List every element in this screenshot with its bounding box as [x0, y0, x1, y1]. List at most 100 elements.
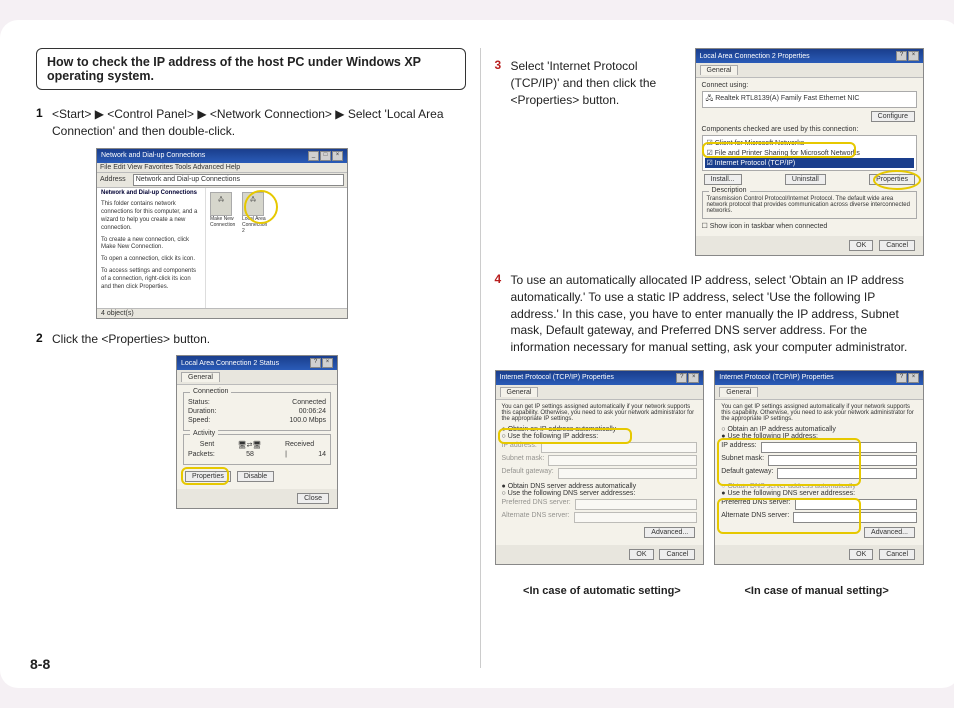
window-titlebar: Local Area Connection 2 Properties ?×: [696, 49, 924, 63]
adapter-icon: 🖧: [706, 95, 716, 102]
local-area-connection-icon: 🖧Local Area Connection 2: [242, 192, 268, 234]
step-4: 4 To use an automatically allocated IP a…: [495, 272, 925, 356]
radio-obtain-auto: Obtain an IP address automatically: [502, 426, 698, 433]
address-input: Network and Dial-up Connections: [133, 174, 344, 186]
dns1-input: [795, 499, 918, 510]
ok-button: OK: [849, 240, 873, 251]
radio-use-following: Use the following IP address:: [502, 433, 698, 440]
radio-dns-following: Use the following DNS server addresses:: [502, 490, 698, 497]
gateway-input: [777, 468, 917, 479]
list-item-selected: Internet Protocol (TCP/IP): [705, 158, 915, 168]
right-column: 3 Select 'Internet Protocol (TCP/IP)' an…: [489, 48, 931, 668]
maximize-icon: □: [320, 151, 331, 161]
step-text: Click the <Properties> button.: [52, 331, 466, 348]
activity-icon: 🖥⇄🖥: [238, 441, 262, 449]
nic-field: 🖧 Realtek RTL8139(A) Family Fast Etherne…: [702, 91, 918, 108]
step-number: 4: [495, 272, 511, 356]
address-bar: Address Network and Dial-up Connections: [97, 173, 347, 188]
make-new-connection-icon: 🖧Make New Connection: [210, 192, 236, 234]
cancel-button: Cancel: [879, 549, 915, 560]
step-text: Select 'Internet Protocol (TCP/IP)' and …: [511, 58, 685, 248]
advanced-button: Advanced...: [644, 527, 695, 538]
window-title: Internet Protocol (TCP/IP) Properties: [500, 374, 614, 381]
step-3: 3 Select 'Internet Protocol (TCP/IP)' an…: [495, 58, 685, 248]
tab-general: General: [700, 65, 739, 75]
step-text: <Start> ▶ <Control Panel> ▶ <Network Con…: [52, 106, 466, 140]
radio-use-following: Use the following IP address:: [721, 433, 917, 440]
tab-general: General: [719, 387, 758, 397]
menu-bar: File Edit View Favorites Tools Advanced …: [97, 163, 347, 173]
step-2: 2 Click the <Properties> button.: [36, 331, 466, 348]
screenshot-tcpip-auto: Internet Protocol (TCP/IP) Properties?× …: [495, 370, 705, 565]
step-1: 1 <Start> ▶ <Control Panel> ▶ <Network C…: [36, 106, 466, 140]
window-title: Network and Dial-up Connections: [101, 152, 205, 159]
caption-row: <In case of automatic setting> <In case …: [495, 585, 925, 597]
step-number: 2: [36, 331, 52, 348]
explorer-content: 🖧Make New Connection 🖧Local Area Connect…: [206, 188, 347, 308]
close-icon: ×: [332, 151, 343, 161]
radio-dns-following: Use the following DNS server addresses:: [721, 490, 917, 497]
window-title: Internet Protocol (TCP/IP) Properties: [719, 374, 833, 381]
window-titlebar: Local Area Connection 2 Status ?×: [177, 356, 337, 370]
properties-button: Properties: [869, 174, 915, 185]
checkbox-icon: ☐: [702, 223, 710, 230]
tab-general: General: [500, 387, 539, 397]
minimize-icon: _: [308, 151, 319, 161]
explorer-sidebar: Network and Dial-up Connections This fol…: [97, 188, 206, 308]
page-number: 8-8: [30, 656, 50, 672]
components-list: Client for Microsoft Networks File and P…: [702, 135, 918, 171]
close-icon: ×: [322, 358, 333, 368]
radio-dns-auto: Obtain DNS server address automatically: [721, 483, 917, 490]
sidebar-heading: Network and Dial-up Connections: [101, 190, 201, 198]
document-page: How to check the IP address of the host …: [0, 20, 954, 688]
mask-input: [768, 455, 917, 466]
activity-group: Activity Sent🖥⇄🖥Received Packets:58|14: [183, 434, 331, 465]
cancel-button: Cancel: [659, 549, 695, 560]
help-icon: ?: [896, 51, 907, 61]
dual-screenshot-row: Internet Protocol (TCP/IP) Properties?× …: [495, 364, 925, 577]
window-buttons: _□×: [308, 151, 343, 161]
column-divider: [480, 48, 481, 668]
screenshot-connection-properties: Local Area Connection 2 Properties ?× Ge…: [695, 48, 925, 256]
description-group: Description Transmission Control Protoco…: [702, 191, 918, 219]
left-column: How to check the IP address of the host …: [30, 48, 472, 668]
caption-auto: <In case of automatic setting>: [495, 585, 710, 597]
screenshot-network-connections: Network and Dial-up Connections _□× File…: [96, 148, 348, 319]
properties-button: Properties: [185, 471, 231, 482]
close-button: Close: [297, 493, 329, 504]
list-item: Client for Microsoft Networks: [705, 138, 915, 148]
dns2-input: [793, 512, 917, 523]
uninstall-button: Uninstall: [785, 174, 826, 185]
help-icon: ?: [896, 373, 907, 383]
install-button: Install...: [704, 174, 742, 185]
close-icon: ×: [908, 373, 919, 383]
window-title: Local Area Connection 2 Status: [181, 360, 279, 367]
screenshot-tcpip-manual: Internet Protocol (TCP/IP) Properties?× …: [714, 370, 924, 565]
tab-general: General: [181, 372, 220, 382]
step-text: To use an automatically allocated IP add…: [511, 272, 925, 356]
list-item: File and Printer Sharing for Microsoft N…: [705, 148, 915, 158]
close-icon: ×: [688, 373, 699, 383]
advanced-button: Advanced...: [864, 527, 915, 538]
help-icon: ?: [310, 358, 321, 368]
window-title: Local Area Connection 2 Properties: [700, 53, 810, 60]
cancel-button: Cancel: [879, 240, 915, 251]
ok-button: OK: [849, 549, 873, 560]
configure-button: Configure: [871, 111, 915, 122]
status-bar: 4 object(s): [97, 308, 347, 318]
section-heading: How to check the IP address of the host …: [36, 48, 466, 90]
step-number: 1: [36, 106, 52, 140]
ok-button: OK: [629, 549, 653, 560]
caption-manual: <In case of manual setting>: [709, 585, 924, 597]
disable-button: Disable: [237, 471, 274, 482]
radio-obtain-auto: Obtain an IP address automatically: [721, 426, 917, 433]
step-number: 3: [495, 58, 511, 248]
address-label: Address: [100, 176, 126, 183]
screenshot-connection-status: Local Area Connection 2 Status ?× Genera…: [176, 355, 338, 509]
close-icon: ×: [908, 51, 919, 61]
connection-group: Connection Status:Connected Duration:00:…: [183, 392, 331, 431]
ip-input: [761, 442, 917, 453]
window-titlebar: Network and Dial-up Connections _□×: [97, 149, 347, 163]
radio-dns-auto: Obtain DNS server address automatically: [502, 483, 698, 490]
help-icon: ?: [676, 373, 687, 383]
